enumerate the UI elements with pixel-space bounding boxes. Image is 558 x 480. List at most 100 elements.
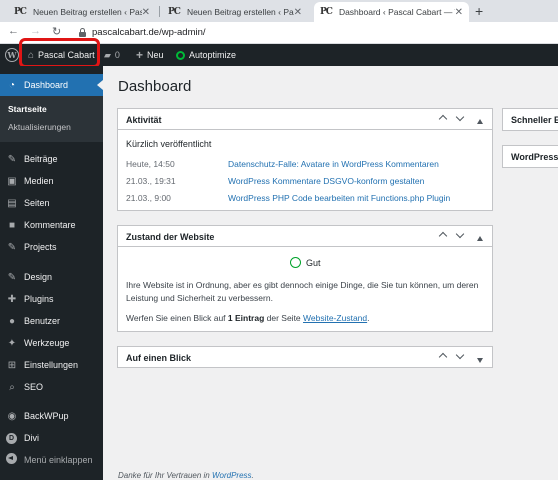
sidebar-item-label: Design [24, 272, 53, 282]
move-up-button[interactable] [438, 350, 448, 362]
sidebar-item-einstellungen[interactable]: ⊞ Einstellungen [0, 354, 103, 376]
divi-icon: D [6, 432, 18, 444]
triangle-down-icon [477, 358, 483, 363]
move-up-button[interactable] [438, 112, 448, 124]
health-description: Ihre Website ist in Ordnung, aber es gib… [126, 280, 479, 304]
plus-icon: + [136, 48, 144, 62]
site-favicon-icon: PC [168, 7, 181, 17]
activity-widget: Aktivität Kürzlich veröffentlicht Heute,… [117, 108, 493, 211]
post-link[interactable]: WordPress PHP Code bearbeiten mit Functi… [228, 193, 450, 203]
widget-header: Auf einen Blick [118, 347, 492, 368]
site-favicon-icon: PC [320, 7, 333, 17]
dashboard-icon: ◔ [8, 79, 16, 91]
reload-icon[interactable]: ↻ [52, 25, 61, 38]
footer-wordpress-link[interactable]: WordPress [212, 471, 252, 480]
pages-icon: ▤ [7, 197, 17, 209]
chevron-down-icon [455, 350, 465, 360]
sidebar-item-label: Werkzeuge [24, 338, 70, 348]
cta-mid: der Seite [264, 313, 304, 323]
collapse-menu-button[interactable]: Menü einklappen [0, 449, 103, 471]
users-icon: ● [8, 315, 16, 327]
wordpress-events-widget: WordPress- [502, 145, 558, 168]
post-link[interactable]: WordPress Kommentare DSGVO-konform gesta… [228, 176, 424, 186]
toggle-panel-button[interactable] [477, 233, 483, 243]
pin-icon: ✎ [7, 153, 17, 165]
url-field[interactable]: pascalcabart.de/wp-admin/ [92, 27, 206, 38]
tab-divider [159, 6, 160, 17]
close-tab-icon[interactable]: ✕ [142, 7, 150, 18]
widget-header: Zustand der Website [118, 226, 492, 247]
sidebar-item-projects[interactable]: ✎ Projects [0, 236, 103, 258]
post-link[interactable]: Datenschutz-Falle: Avatare in WordPress … [228, 159, 439, 169]
sidebar-item-label: SEO [24, 382, 44, 392]
sidebar-item-seo[interactable]: ⌕ SEO [0, 376, 103, 398]
sidebar-item-dashboard[interactable]: ◔ Dashboard [0, 74, 103, 96]
page-title: Dashboard [118, 78, 192, 95]
browser-tab-active[interactable]: PC Dashboard ‹ Pascal Cabart — W ✕ [314, 2, 469, 22]
tab-title: Neuen Beitrag erstellen ‹ Pascal [186, 7, 294, 17]
sidebar-item-beitraege[interactable]: ✎ Beiträge [0, 148, 103, 170]
post-date: 21.03., 9:00 [126, 193, 171, 203]
health-status-label: Gut [306, 257, 321, 268]
move-up-button[interactable] [438, 229, 448, 241]
widget-header: Aktivität [118, 109, 492, 130]
chevron-up-icon [438, 114, 448, 124]
site-health-link[interactable]: Website-Zustand [303, 313, 367, 323]
autoptimize-button[interactable]: Autoptimize [176, 44, 236, 66]
cta-suffix: . [367, 313, 370, 323]
lock-icon [79, 28, 86, 37]
wrench-icon: ✦ [7, 337, 17, 349]
move-down-button[interactable] [455, 112, 465, 122]
sidebar-item-backwpup[interactable]: ◉ BackWPup [0, 405, 103, 427]
forward-icon[interactable]: → [30, 25, 41, 37]
sidebar-item-label: Projects [24, 242, 57, 252]
admin-sidebar: ◔ Dashboard Startseite Aktualisierungen … [0, 66, 103, 480]
status-good-icon [290, 257, 301, 268]
move-down-button[interactable] [455, 350, 465, 360]
admin-footer: Danke für Ihr Vertrauen in WordPress. [118, 471, 254, 480]
submenu-item-startseite[interactable]: Startseite [8, 104, 47, 114]
sidebar-item-label: Benutzer [24, 316, 61, 326]
tab-title: Neuen Beitrag erstellen ‹ Pascal [32, 7, 142, 17]
browser-tab-2[interactable]: PC Neuen Beitrag erstellen ‹ Pascal ✕ [162, 2, 308, 22]
sidebar-item-label: Beiträge [24, 154, 58, 164]
sidebar-item-label: Seiten [24, 198, 50, 208]
move-down-button[interactable] [455, 229, 465, 239]
back-icon[interactable]: ← [8, 25, 19, 37]
sidebar-item-kommentare[interactable]: ■ Kommentare [0, 214, 103, 236]
at-a-glance-widget: Auf einen Blick [117, 346, 493, 368]
sidebar-item-label: BackWPup [24, 411, 69, 421]
sidebar-item-medien[interactable]: ▣ Medien [0, 170, 103, 192]
toggle-panel-button[interactable] [477, 116, 483, 126]
widget-title: Auf einen Blick [126, 353, 192, 363]
media-icon: ▣ [7, 175, 17, 187]
quick-draft-widget: Schneller En [502, 108, 558, 131]
wordpress-logo-button[interactable]: W [5, 44, 19, 66]
comment-icon: ■ [8, 219, 16, 231]
backwpup-icon: ◉ [7, 410, 17, 422]
toggle-panel-button[interactable] [477, 355, 483, 365]
sidebar-item-seiten[interactable]: ▤ Seiten [0, 192, 103, 214]
chevron-down-icon [455, 229, 465, 239]
close-tab-icon[interactable]: ✕ [455, 7, 463, 18]
close-tab-icon[interactable]: ✕ [294, 7, 302, 18]
sidebar-item-plugins[interactable]: ✚ Plugins [0, 288, 103, 310]
sidebar-item-benutzer[interactable]: ● Benutzer [0, 310, 103, 332]
sidebar-item-label: Plugins [24, 294, 54, 304]
submenu-item-updates[interactable]: Aktualisierungen [8, 122, 71, 132]
sidebar-item-werkzeuge[interactable]: ✦ Werkzeuge [0, 332, 103, 354]
browser-tab-strip: PC Neuen Beitrag erstellen ‹ Pascal ✕ PC… [0, 0, 558, 22]
comments-button[interactable]: ▰ 0 [104, 44, 120, 66]
triangle-up-icon [477, 119, 483, 124]
new-tab-icon[interactable]: + [475, 3, 483, 19]
post-date: Heute, 14:50 [126, 159, 175, 169]
new-content-button[interactable]: + Neu [136, 44, 164, 66]
sidebar-item-design[interactable]: ✎ Design [0, 266, 103, 288]
settings-icon: ⊞ [7, 359, 17, 371]
sidebar-item-divi[interactable]: D Divi [0, 427, 103, 449]
red-highlight-annotation [19, 38, 100, 68]
collapse-menu-label: Menü einklappen [24, 455, 93, 465]
footer-suffix: . [251, 471, 254, 480]
browser-tab-1[interactable]: PC Neuen Beitrag erstellen ‹ Pascal ✕ [8, 2, 156, 22]
cta-prefix: Werfen Sie einen Blick auf [126, 313, 228, 323]
